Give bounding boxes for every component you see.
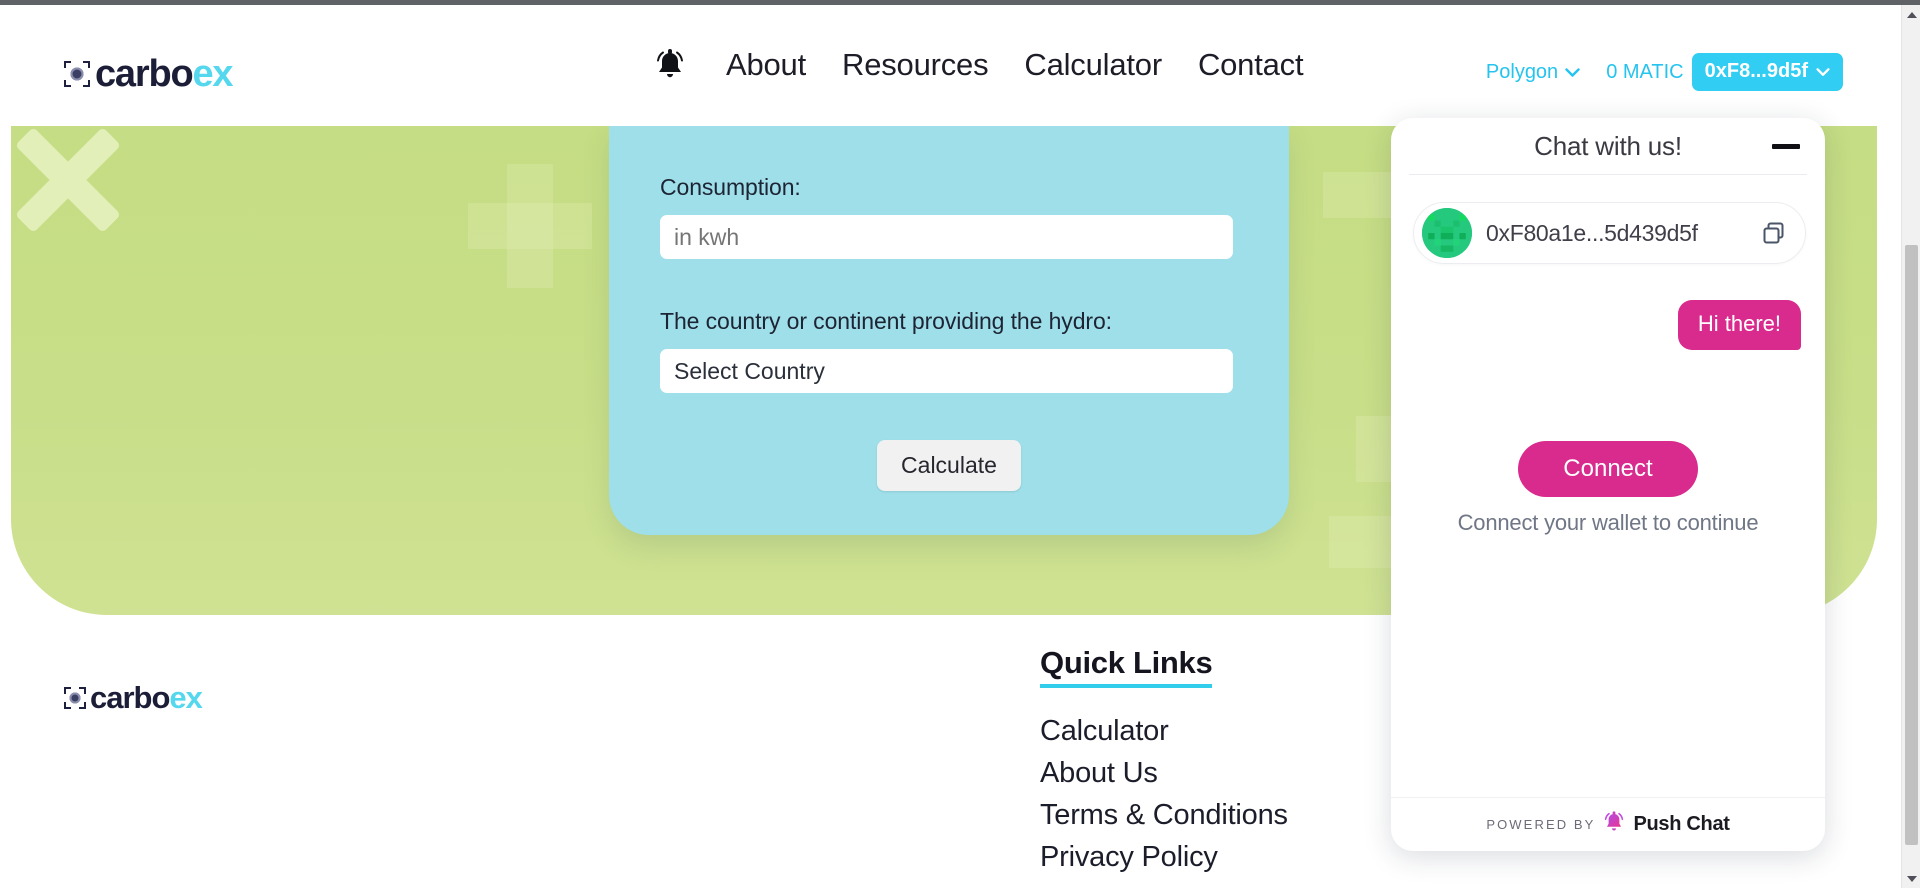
brand-word-accent: ex: [192, 53, 233, 95]
nav-item-resources[interactable]: Resources: [842, 47, 989, 83]
site-header: carboex About Resources Calculator Conta…: [0, 5, 1901, 126]
chat-wallet-address: 0xF80a1e...5d439d5f: [1486, 219, 1698, 246]
powered-by-name: Push Chat: [1633, 813, 1730, 835]
chat-header: Chat with us!: [1391, 118, 1825, 174]
calculator-card: Consumption: The country or continent pr…: [609, 126, 1289, 535]
main-nav: About Resources Calculator Contact: [650, 43, 1304, 87]
connect-section: Connect Connect your wallet to continue: [1391, 441, 1825, 536]
wallet-area: Polygon 0 MATIC 0xF8...9d5f: [1486, 53, 1843, 91]
chat-title: Chat with us!: [1534, 130, 1682, 161]
nav-item-contact[interactable]: Contact: [1198, 47, 1304, 83]
footer-logo[interactable]: carboex: [64, 680, 203, 715]
powered-by-label: POWERED BY: [1486, 817, 1596, 832]
scrollbar-thumb[interactable]: [1905, 245, 1918, 845]
network-selector[interactable]: Polygon: [1486, 61, 1580, 84]
wallet-address-button[interactable]: 0xF8...9d5f: [1691, 53, 1843, 91]
carboex-logo-mark: [64, 61, 90, 87]
footer-brand-word-accent: ex: [169, 680, 202, 715]
quick-link-about-us[interactable]: About Us: [1040, 757, 1288, 790]
footer-brand-word-dark: carbo: [90, 680, 170, 715]
calculate-button[interactable]: Calculate: [877, 440, 1021, 491]
connect-hint-text: Connect your wallet to continue: [1457, 510, 1759, 535]
identicon-avatar: [1422, 208, 1472, 258]
chat-widget: Chat with us! 0xF80a1e...5d439d5f Hi the…: [1391, 118, 1825, 851]
chevron-down-icon: [1565, 61, 1580, 84]
connect-button[interactable]: Connect: [1518, 441, 1698, 497]
page-content: carboex About Resources Calculator Conta…: [0, 5, 1901, 888]
wallet-address-short: 0xF8...9d5f: [1704, 60, 1808, 82]
quick-links-section: Quick Links Calculator About Us Terms & …: [1040, 645, 1288, 884]
consumption-label: Consumption:: [660, 174, 801, 200]
brand-wordmark: carboex: [95, 53, 234, 95]
nav-item-calculator[interactable]: Calculator: [1024, 47, 1162, 83]
chat-body: 0xF80a1e...5d439d5f Hi there! Connect Co…: [1391, 175, 1825, 797]
scroll-up-arrow[interactable]: [1902, 5, 1920, 24]
quick-link-calculator[interactable]: Calculator: [1040, 715, 1288, 748]
scroll-down-arrow[interactable]: [1902, 869, 1920, 888]
footer-brand-wordmark: carboex: [90, 680, 203, 715]
minimize-icon[interactable]: [1769, 136, 1803, 156]
decor-plus-icon: [468, 203, 592, 249]
country-select[interactable]: Select Country: [660, 349, 1233, 393]
browser-viewport: carboex About Resources Calculator Conta…: [0, 0, 1920, 888]
push-bell-icon: [1603, 810, 1625, 839]
bell-icon[interactable]: [650, 43, 690, 87]
copy-icon[interactable]: [1761, 220, 1787, 246]
quick-links-title: Quick Links: [1040, 645, 1213, 688]
country-label: The country or continent providing the h…: [660, 308, 1112, 334]
chat-wallet-card[interactable]: 0xF80a1e...5d439d5f: [1413, 202, 1806, 264]
consumption-input[interactable]: [660, 215, 1233, 259]
chevron-down-icon: [1816, 60, 1830, 83]
page-scrollbar[interactable]: [1901, 5, 1920, 888]
quick-link-terms[interactable]: Terms & Conditions: [1040, 799, 1288, 832]
brand-logo[interactable]: carboex: [64, 53, 234, 95]
brand-word-dark: carbo: [95, 53, 194, 95]
carboex-logo-mark: [64, 686, 86, 709]
nav-item-about[interactable]: About: [726, 47, 806, 83]
chat-footer: POWERED BY Push Chat: [1391, 797, 1825, 851]
quick-link-privacy[interactable]: Privacy Policy: [1040, 841, 1288, 874]
calculate-row: Calculate: [660, 440, 1238, 491]
chat-message-bubble: Hi there!: [1677, 300, 1801, 350]
wallet-balance: 0 MATIC: [1606, 60, 1684, 83]
network-label: Polygon: [1485, 60, 1559, 83]
quick-links-list: Calculator About Us Terms & Conditions P…: [1040, 715, 1288, 874]
